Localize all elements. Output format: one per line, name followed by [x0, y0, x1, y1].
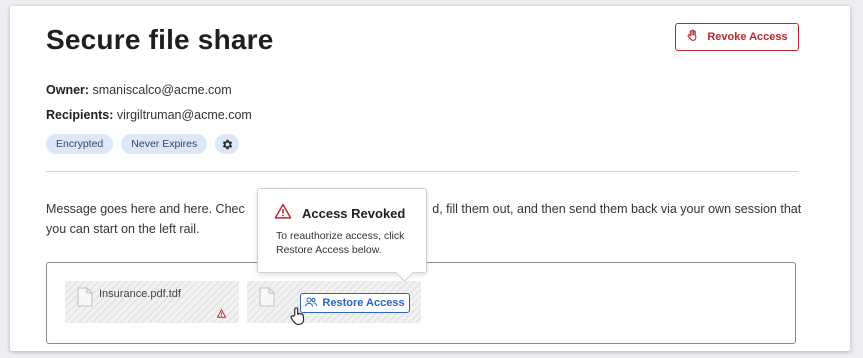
attachments-box: Insurance.pdf.tdf Restore Access [46, 262, 796, 344]
warning-triangle-icon [274, 203, 292, 224]
popover-body: To reauthorize access, click Restore Acc… [276, 230, 405, 256]
tag-encrypted: Encrypted [46, 134, 114, 154]
file-name: Insurance.pdf.tdf [99, 288, 181, 300]
recipients-label: Recipients: [46, 108, 114, 122]
section-divider [46, 171, 798, 172]
tag-never-expires: Never Expires [121, 134, 208, 154]
restore-access-button[interactable]: Restore Access [300, 293, 410, 313]
popover-header: Access Revoked [274, 203, 405, 224]
revoke-access-label: Revoke Access [707, 31, 788, 43]
users-icon [305, 297, 318, 310]
document-icon [77, 287, 93, 312]
access-revoked-popover: Access Revoked To reauthorize access, cl… [257, 188, 427, 273]
recipients-line: Recipients: virgiltruman@acme.com [46, 108, 252, 122]
tag-list: Encrypted Never Expires [46, 134, 240, 154]
warning-triangle-icon [216, 305, 227, 323]
revoke-access-button[interactable]: Revoke Access [675, 23, 799, 51]
file-tile-insurance[interactable]: Insurance.pdf.tdf [65, 281, 239, 323]
page-title: Secure file share [46, 24, 274, 55]
document-icon [259, 287, 275, 312]
owner-line: Owner: smaniscalco@acme.com [46, 83, 232, 97]
hand-pointer-icon [288, 306, 306, 331]
owner-label: Owner: [46, 83, 90, 97]
popover-title: Access Revoked [302, 206, 406, 221]
hand-stop-icon [686, 29, 699, 45]
owner-value: smaniscalco@acme.com [92, 83, 232, 97]
file-tile-revoked[interactable]: Restore Access [247, 281, 421, 326]
restore-access-label: Restore Access [322, 297, 405, 309]
recipients-value: virgiltruman@acme.com [116, 108, 252, 122]
gear-icon[interactable] [215, 134, 240, 154]
file-share-card: Secure file share Revoke Access Owner: s… [10, 6, 850, 351]
